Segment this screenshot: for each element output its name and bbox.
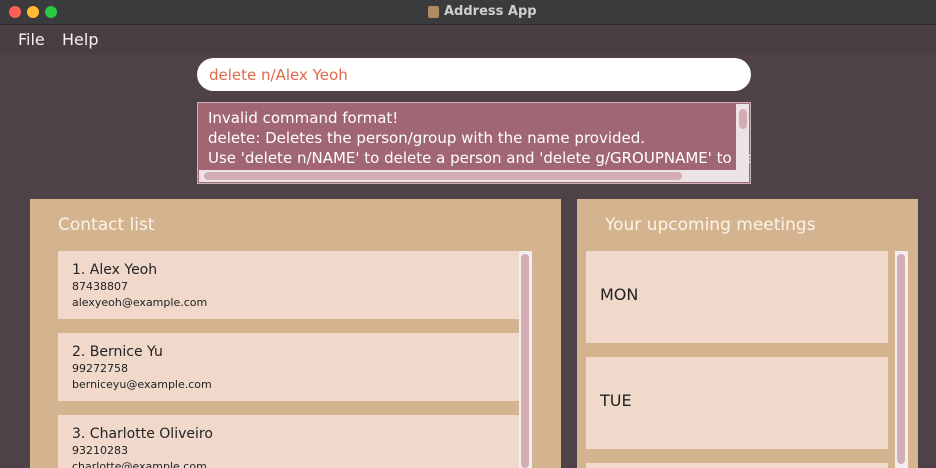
contact-email: alexyeoh@example.com [72, 296, 208, 309]
meeting-day-label: MON [600, 285, 639, 304]
result-line: delete: Deletes the person/group with th… [208, 129, 646, 147]
result-line: Use 'delete n/NAME' to delete a person a… [208, 149, 750, 167]
meetings-scroll-thumb[interactable] [897, 254, 905, 464]
address-book-icon [428, 6, 439, 18]
contact-phone: 99272758 [72, 362, 128, 375]
meeting-day-label: TUE [600, 391, 632, 410]
menu-file[interactable]: File [18, 30, 45, 49]
result-line: Invalid command format! [208, 109, 399, 127]
maximize-window-button[interactable] [45, 6, 57, 18]
contact-card[interactable]: 3. Charlotte Oliveiro 93210283 charlotte… [58, 415, 519, 468]
contact-phone: 87438807 [72, 280, 128, 293]
contact-list-scrollbar[interactable] [519, 251, 532, 468]
result-horizontal-scroll-thumb[interactable] [204, 172, 682, 180]
result-text: Invalid command format! delete: Deletes … [208, 108, 750, 168]
minimize-window-button[interactable] [27, 6, 39, 18]
result-horizontal-scrollbar[interactable] [199, 170, 736, 182]
meeting-day-card[interactable] [586, 463, 888, 468]
meeting-day-card[interactable]: MON [586, 251, 888, 343]
meetings-scrollbar[interactable] [895, 251, 908, 468]
meetings-panel: Your upcoming meetings MON TUE [577, 199, 918, 468]
command-input[interactable]: delete n/Alex Yeoh [197, 58, 751, 91]
contact-name: 1. Alex Yeoh [72, 262, 158, 278]
contact-name: 2. Bernice Yu [72, 344, 163, 360]
close-window-button[interactable] [9, 6, 21, 18]
contact-list-title: Contact list [58, 215, 155, 235]
contact-list-scroll-thumb[interactable] [521, 254, 529, 468]
contact-card[interactable]: 2. Bernice Yu 99272758 berniceyu@example… [58, 333, 519, 401]
result-display[interactable]: Invalid command format! delete: Deletes … [197, 102, 751, 184]
contact-phone: 93210283 [72, 444, 128, 457]
result-vertical-scroll-thumb[interactable] [739, 109, 747, 129]
menu-bar: File Help [0, 25, 936, 53]
meetings-title: Your upcoming meetings [605, 215, 816, 235]
contact-list-panel: Contact list 1. Alex Yeoh 87438807 alexy… [30, 199, 561, 468]
contact-card[interactable]: 1. Alex Yeoh 87438807 alexyeoh@example.c… [58, 251, 519, 319]
title-bar: Address App [0, 0, 936, 25]
window-title: Address App [444, 4, 537, 19]
result-vertical-scrollbar[interactable] [736, 104, 749, 182]
contact-email: charlotte@example.com [72, 460, 207, 468]
meeting-day-card[interactable]: TUE [586, 357, 888, 449]
contact-name: 3. Charlotte Oliveiro [72, 426, 213, 442]
menu-help[interactable]: Help [62, 30, 98, 49]
contact-email: berniceyu@example.com [72, 378, 212, 391]
